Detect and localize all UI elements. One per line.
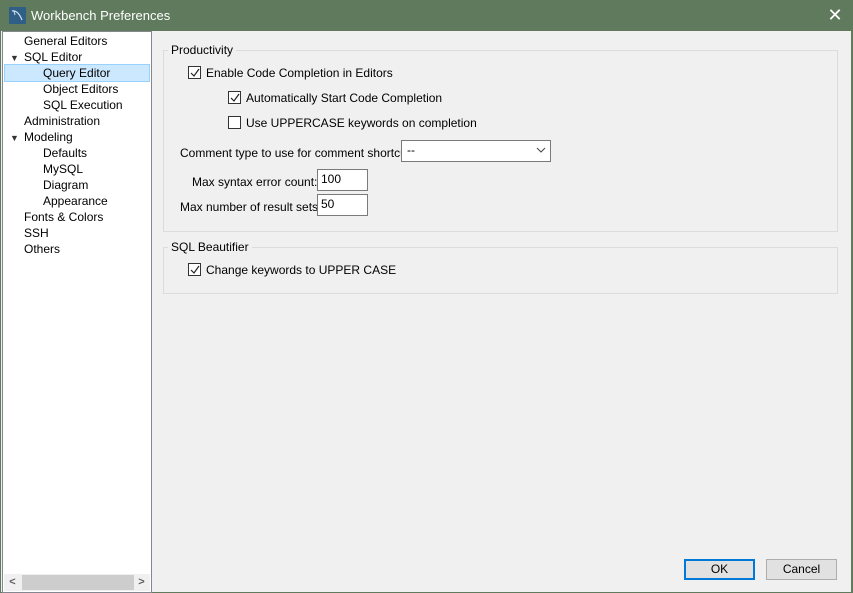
sidebar-item-diagram[interactable]: Diagram bbox=[43, 177, 88, 193]
comment-type-label: Comment type to use for comment shortcut… bbox=[180, 146, 414, 160]
ok-button[interactable]: OK bbox=[684, 559, 755, 580]
sidebar-item-query-editor[interactable]: Query Editor bbox=[4, 64, 150, 82]
auto-start-completion-checkbox[interactable] bbox=[228, 91, 241, 104]
max-result-sets-label: Max number of result sets: bbox=[180, 200, 322, 214]
checkmark-icon bbox=[190, 265, 200, 274]
sidebar-item-administration[interactable]: Administration bbox=[24, 113, 100, 129]
comment-type-select[interactable]: -- bbox=[401, 140, 551, 162]
max-syntax-errors-label: Max syntax error count: bbox=[192, 175, 318, 189]
max-syntax-errors-input[interactable]: 100 bbox=[317, 169, 368, 191]
dialog-body: General Editors ▼ SQL Editor Query Edito… bbox=[1, 31, 851, 593]
window-title: Workbench Preferences bbox=[31, 8, 171, 23]
sidebar-item-others[interactable]: Others bbox=[24, 241, 60, 257]
change-keywords-upper-checkbox[interactable] bbox=[188, 263, 201, 276]
sidebar-item-object-editors[interactable]: Object Editors bbox=[43, 81, 118, 97]
sidebar-item-appearance[interactable]: Appearance bbox=[43, 193, 108, 209]
auto-start-completion-label[interactable]: Automatically Start Code Completion bbox=[246, 91, 442, 105]
sidebar-item-mysql[interactable]: MySQL bbox=[43, 161, 83, 177]
enable-code-completion-checkbox[interactable] bbox=[188, 66, 201, 79]
cancel-button[interactable]: Cancel bbox=[766, 559, 837, 580]
max-result-sets-input[interactable]: 50 bbox=[317, 194, 368, 216]
title-bar: Workbench Preferences ✕ bbox=[0, 0, 853, 31]
category-tree[interactable]: General Editors ▼ SQL Editor Query Edito… bbox=[2, 31, 152, 593]
horizontal-scrollbar[interactable]: < > bbox=[4, 574, 150, 591]
sidebar-item-fonts-colors[interactable]: Fonts & Colors bbox=[24, 209, 103, 225]
expand-arrow-icon[interactable]: ▼ bbox=[10, 133, 19, 143]
scroll-right-icon[interactable]: > bbox=[133, 574, 150, 591]
scrollbar-thumb[interactable] bbox=[22, 575, 134, 590]
checkmark-icon bbox=[230, 93, 240, 102]
sidebar-item-ssh[interactable]: SSH bbox=[24, 225, 49, 241]
sidebar-item-defaults[interactable]: Defaults bbox=[43, 145, 87, 161]
sql-beautifier-group-title: SQL Beautifier bbox=[168, 240, 252, 254]
close-icon[interactable]: ✕ bbox=[822, 3, 848, 27]
sidebar-item-general-editors[interactable]: General Editors bbox=[24, 33, 107, 49]
scroll-left-icon[interactable]: < bbox=[4, 574, 21, 591]
mysql-workbench-app-icon bbox=[9, 7, 26, 24]
uppercase-keywords-checkbox[interactable] bbox=[228, 116, 241, 129]
sidebar-item-sql-execution[interactable]: SQL Execution bbox=[43, 97, 123, 113]
productivity-group-title: Productivity bbox=[168, 43, 237, 57]
change-keywords-upper-label[interactable]: Change keywords to UPPER CASE bbox=[206, 263, 396, 277]
comment-type-value: -- bbox=[407, 143, 415, 157]
checkmark-icon bbox=[190, 68, 200, 77]
preferences-dialog: Workbench Preferences ✕ General Editors … bbox=[0, 0, 853, 593]
chevron-down-icon bbox=[536, 143, 546, 160]
enable-code-completion-label[interactable]: Enable Code Completion in Editors bbox=[206, 66, 393, 80]
expand-arrow-icon[interactable]: ▼ bbox=[10, 53, 19, 63]
sidebar-item-modeling[interactable]: Modeling bbox=[24, 129, 73, 145]
sidebar-item-sql-editor[interactable]: SQL Editor bbox=[24, 49, 82, 65]
uppercase-keywords-label[interactable]: Use UPPERCASE keywords on completion bbox=[246, 116, 477, 130]
